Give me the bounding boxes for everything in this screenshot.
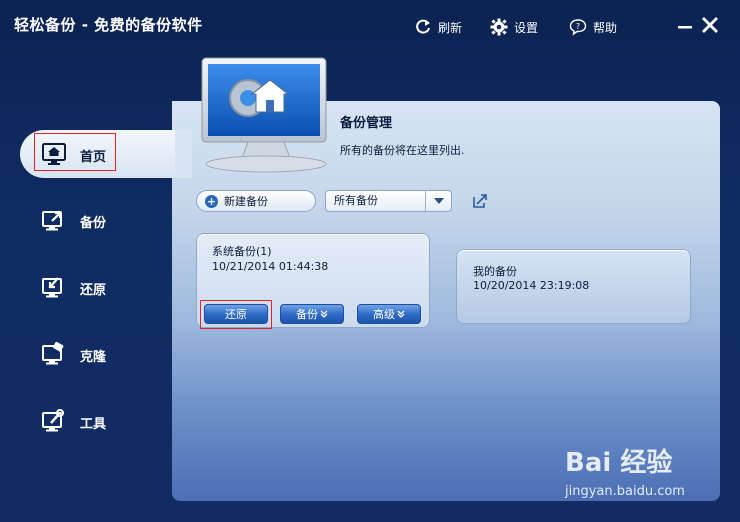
backup-time: 10/20/2014 23:19:08 (473, 279, 590, 292)
minimize-icon (678, 26, 692, 29)
close-icon (702, 17, 718, 33)
advanced-button[interactable]: 高级 (357, 304, 421, 324)
plus-icon: + (205, 194, 218, 208)
backup-filter-select[interactable]: 所有备份 (325, 190, 452, 212)
sidebar-item-label: 还原 (80, 283, 107, 298)
svg-text:?: ? (576, 22, 580, 31)
watermark-url: jingyan.baidu.com (565, 484, 685, 499)
refresh-label: 刷新 (438, 20, 463, 35)
dropdown-arrow[interactable] (425, 191, 451, 211)
clone-icon (42, 341, 64, 365)
help-icon: ? (569, 19, 587, 36)
backup-name: 我的备份 (473, 265, 517, 278)
watermark: Bai 经验 jingyan.baidu.com (565, 440, 705, 510)
sidebar-item-label: 克隆 (80, 350, 107, 365)
settings-button[interactable]: 设置 (490, 16, 538, 38)
sidebar-item-clone[interactable]: 克隆 (20, 332, 175, 376)
backup-filter-value: 所有备份 (334, 194, 378, 207)
backup-time: 10/21/2014 01:44:38 (212, 260, 329, 273)
home-highlight-box (34, 133, 116, 171)
restore-icon (42, 277, 62, 298)
title-bar: 轻松备份 - 免费的备份软件 刷新 设置 ? 帮助 (0, 0, 740, 52)
refresh-button[interactable]: 刷新 (414, 16, 462, 38)
close-button[interactable] (699, 14, 721, 36)
page-title: 备份管理 (340, 116, 393, 131)
tools-icon (42, 409, 64, 432)
double-chevron-down-icon (320, 310, 328, 318)
new-backup-label: 新建备份 (224, 195, 268, 208)
backup-button-label: 备份 (296, 308, 318, 321)
sidebar-item-tools[interactable]: 工具 (20, 399, 175, 443)
page-subtitle: 所有的备份将在这里列出. (340, 144, 465, 157)
app-title: 轻松备份 - 免费的备份软件 (14, 16, 203, 34)
watermark-brand: Bai 经验 (565, 448, 673, 478)
monitor-house-illustration (201, 57, 327, 173)
refresh-icon (416, 19, 430, 34)
minimize-button[interactable] (674, 14, 696, 36)
help-label: 帮助 (593, 20, 618, 35)
backup-name: 系统备份(1) (212, 245, 272, 258)
backup-export-icon (42, 211, 62, 231)
sidebar-item-restore[interactable]: 还原 (20, 265, 175, 309)
backup-card-mine[interactable]: 我的备份 10/20/2014 23:19:08 (456, 249, 691, 324)
app-window: 轻松备份 - 免费的备份软件 刷新 设置 ? 帮助 首页 备份 还原 克隆 工具… (0, 0, 740, 522)
chevron-down-icon (433, 198, 444, 204)
gear-icon (490, 18, 508, 36)
new-backup-button[interactable]: + 新建备份 (196, 190, 316, 212)
help-button[interactable]: ? 帮助 (569, 16, 617, 38)
sidebar-item-backup[interactable]: 备份 (20, 198, 175, 242)
settings-label: 设置 (514, 20, 539, 35)
advanced-button-label: 高级 (373, 308, 395, 321)
restore-highlight-box (200, 300, 272, 329)
sidebar-item-label: 工具 (80, 417, 107, 432)
double-chevron-down-icon (397, 310, 405, 318)
backup-button[interactable]: 备份 (280, 304, 344, 324)
main-panel-tab-join (172, 130, 192, 178)
export-icon[interactable] (472, 193, 488, 209)
sidebar-item-label: 备份 (80, 216, 107, 231)
